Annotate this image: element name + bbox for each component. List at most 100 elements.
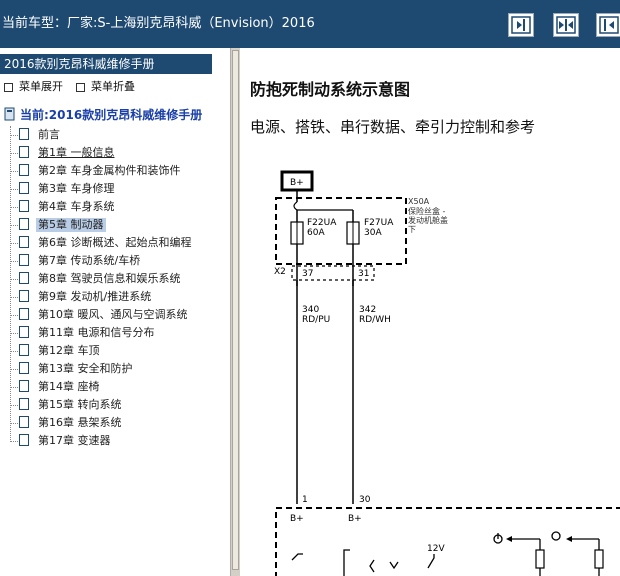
wiring-diagram: B+ X50A 保险丝盒 - 发动机舱盖 下 F22UA 60A F27UA 3…: [274, 170, 620, 576]
term1-label: 1: [302, 495, 308, 505]
tree-item[interactable]: 第4章 车身系统: [8, 198, 218, 216]
fusebox-label-1: X50A: [408, 197, 430, 206]
document-icon: [19, 182, 29, 194]
tree-item[interactable]: 第6章 诊断概述、起始点和编程: [8, 234, 218, 252]
split-pane-button[interactable]: [553, 13, 579, 37]
tree-branch-line: [10, 225, 18, 226]
window-title: 当前车型：厂家:S-上海别克昂科威（Envision）2016: [2, 16, 315, 31]
document-icon: [19, 254, 29, 266]
wire2-color: RD/WH: [359, 315, 391, 325]
collapse-pane-button[interactable]: [508, 13, 534, 37]
tree-branch-line: [10, 387, 18, 388]
tree-item-label: 第16章 悬架系统: [38, 416, 122, 429]
tree-item[interactable]: 第9章 发动机/推进系统: [8, 288, 218, 306]
document-icon: [19, 146, 29, 158]
document-icon: [19, 344, 29, 356]
page-title: 防抱死制动系统示意图: [250, 80, 411, 99]
tree-item[interactable]: 第2章 车身金属构件和装饰件: [8, 162, 218, 180]
tree-item[interactable]: 第5章 制动器: [8, 216, 218, 234]
tree-branch-line: [10, 243, 18, 244]
tree-item-label: 第5章 制动器: [36, 218, 106, 232]
tree-item-label: 第10章 暖风、通风与空调系统: [38, 308, 188, 321]
tree-branch-line: [10, 279, 18, 280]
expand-icon: [4, 82, 13, 92]
document-icon: [19, 128, 29, 140]
tree-item-label: 第1章 一般信息: [38, 146, 115, 159]
collapse-all-label: 菜单折叠: [91, 80, 135, 93]
module-outline: [275, 507, 620, 576]
tree-item[interactable]: 第14章 座椅: [8, 378, 218, 396]
tree-item[interactable]: 第11章 电源和信号分布: [8, 324, 218, 342]
resistor-1: [535, 549, 545, 569]
tree-item[interactable]: 第12章 车顶: [8, 342, 218, 360]
document-icon: [19, 362, 29, 374]
fuse1-rating: 60A: [307, 228, 325, 238]
document-icon: [19, 326, 29, 338]
document-icon: [19, 416, 29, 428]
fusebox-label-4: 下: [408, 225, 416, 234]
tree-branch-line: [10, 315, 18, 316]
bplus-2-label: B+: [348, 514, 362, 524]
tree-item[interactable]: 第7章 传动系统/车桥: [8, 252, 218, 270]
document-icon: [19, 272, 29, 284]
bplus-top-label: B+: [290, 178, 304, 188]
tree-branch-line: [10, 351, 18, 352]
tree-item-label: 第6章 诊断概述、起始点和编程: [38, 236, 192, 249]
tree-branch-line: [10, 405, 18, 406]
expand-all-link[interactable]: 菜单展开: [4, 78, 63, 94]
wire1-color: RD/PU: [302, 315, 330, 325]
voltage-label: 12V: [427, 544, 445, 554]
tree-item[interactable]: 第10章 暖风、通风与空调系统: [8, 306, 218, 324]
document-icon: [19, 290, 29, 302]
tree-item-label: 第11章 电源和信号分布: [38, 326, 155, 339]
tree-item-label: 第17章 变速器: [38, 434, 111, 447]
tree-branch-line: [10, 333, 18, 334]
tree-item[interactable]: 第15章 转向系统: [8, 396, 218, 414]
book-title[interactable]: 2016款别克昂科威维修手册: [0, 54, 212, 74]
fuse1-name: F22UA: [307, 218, 337, 228]
switch-1: [291, 553, 303, 561]
expand-all-label: 菜单展开: [19, 80, 63, 93]
ref-node: [551, 531, 561, 541]
tree-item-label: 前言: [38, 128, 60, 141]
title-bar: 当前车型：厂家:S-上海别克昂科威（Envision）2016: [0, 0, 620, 48]
wire1-num: 340: [302, 305, 319, 315]
document-icon: [19, 434, 29, 446]
tree-item[interactable]: 第1章 一般信息: [8, 144, 218, 162]
content-pane: 防抱死制动系统示意图 电源、搭铁、串行数据、牵引力控制和参考 B+ X50A 保…: [240, 48, 620, 576]
tree-item-label: 第4章 车身系统: [38, 200, 115, 213]
tree-branch-line: [10, 423, 18, 424]
collapse-all-link[interactable]: 菜单折叠: [76, 78, 135, 94]
split-pane-icon: [556, 16, 576, 34]
tree-branch-line: [10, 171, 18, 172]
tree-item[interactable]: 第16章 悬架系统: [8, 414, 218, 432]
expand-pane-button[interactable]: [596, 13, 620, 37]
document-icon: [19, 380, 29, 392]
scrollbar-thumb[interactable]: [232, 50, 239, 570]
collapse-left-icon: [511, 16, 531, 34]
book-icon: [4, 107, 15, 121]
tree-item-label: 第15章 转向系统: [38, 398, 122, 411]
tree-branch-line: [10, 297, 18, 298]
tree-item-label: 第2章 车身金属构件和装饰件: [38, 164, 181, 177]
current-book-link[interactable]: 当前:2016款别克昂科威维修手册: [4, 106, 202, 123]
pin2-label: 31: [358, 269, 369, 279]
resistor-2: [594, 549, 604, 569]
tree-item[interactable]: 前言: [8, 126, 218, 144]
document-icon: [19, 398, 29, 410]
relay-bracket: [343, 549, 350, 576]
tree-item[interactable]: 第17章 变速器: [8, 432, 218, 450]
tree-item-label: 第8章 驾驶员信息和娱乐系统: [38, 272, 181, 285]
connector-label: X2: [274, 267, 286, 277]
tree-item[interactable]: 第8章 驾驶员信息和娱乐系统: [8, 270, 218, 288]
pin1-label: 37: [302, 269, 313, 279]
tree-item-label: 第3章 车身修理: [38, 182, 115, 195]
tree-branch-line: [10, 261, 18, 262]
tree-item[interactable]: 第3章 车身修理: [8, 180, 218, 198]
tree-item[interactable]: 第13章 安全和防护: [8, 360, 218, 378]
collapse-icon: [76, 82, 85, 92]
document-icon: [19, 200, 29, 212]
bplus-1-label: B+: [290, 514, 304, 524]
document-icon: [19, 164, 29, 176]
tree-branch-line: [10, 369, 18, 370]
